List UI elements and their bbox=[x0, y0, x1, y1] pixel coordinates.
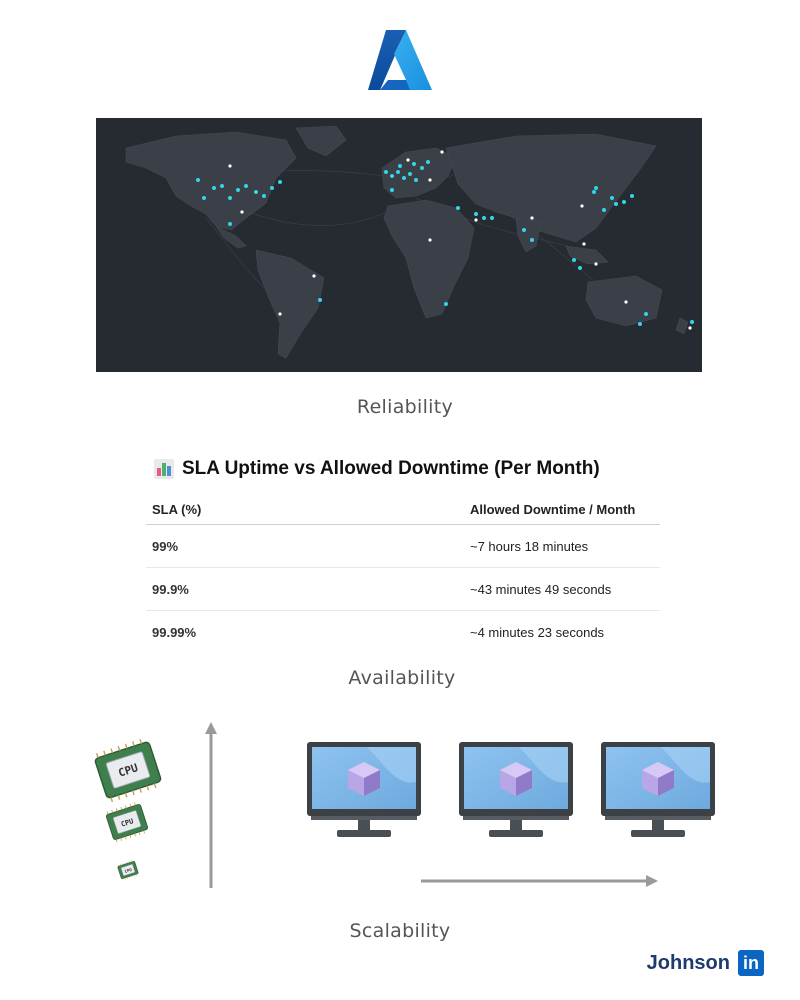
sla-title: SLA Uptime vs Allowed Downtime (Per Mont… bbox=[154, 458, 600, 480]
world-map-datacenters-icon bbox=[125, 125, 694, 359]
horizontal-scale-arrow bbox=[421, 875, 658, 887]
column-header-downtime: Allowed Downtime / Month bbox=[464, 494, 660, 525]
author-name: Johnson bbox=[646, 951, 730, 974]
downtime-value: ~7 hours 18 minutes bbox=[464, 524, 660, 568]
monitor-vm-icon bbox=[307, 742, 421, 837]
world-map bbox=[96, 118, 702, 372]
azure-logo-icon bbox=[368, 30, 432, 90]
table-row: 99% ~7 hours 18 minutes bbox=[146, 524, 660, 568]
caption-availability: Availability bbox=[348, 667, 456, 689]
scalability-illustration: CPU CPU CPU bbox=[92, 722, 715, 888]
sla-value: 99.99% bbox=[152, 625, 197, 640]
table-header-row: SLA (%) Allowed Downtime / Month bbox=[146, 494, 660, 525]
table-row: 99.9% ~43 minutes 49 seconds bbox=[146, 567, 660, 611]
vertical-scale-arrow bbox=[205, 722, 217, 888]
monitor-vm-icon bbox=[601, 742, 715, 837]
downtime-value: ~43 minutes 49 seconds bbox=[464, 567, 660, 611]
sla-value: 99% bbox=[146, 524, 464, 568]
monitor-vm-icon bbox=[459, 742, 573, 837]
caption-reliability: Reliability bbox=[356, 396, 454, 418]
author-brand: Johnson in bbox=[647, 950, 764, 976]
column-header-sla: SLA (%) bbox=[146, 494, 464, 525]
sla-value: 99.9% bbox=[146, 567, 464, 611]
downtime-value: ~4 minutes 23 seconds bbox=[470, 625, 605, 640]
sla-title-text: SLA Uptime vs Allowed Downtime (Per Mont… bbox=[182, 458, 600, 479]
bar-chart-icon bbox=[154, 459, 174, 479]
table-row: 99.99% ~4 minutes 23 seconds bbox=[146, 611, 660, 654]
caption-scalability: Scalability bbox=[349, 920, 451, 942]
linkedin-icon[interactable]: in bbox=[738, 950, 764, 976]
sla-table: SLA (%) Allowed Downtime / Month 99% ~7 … bbox=[146, 494, 660, 653]
